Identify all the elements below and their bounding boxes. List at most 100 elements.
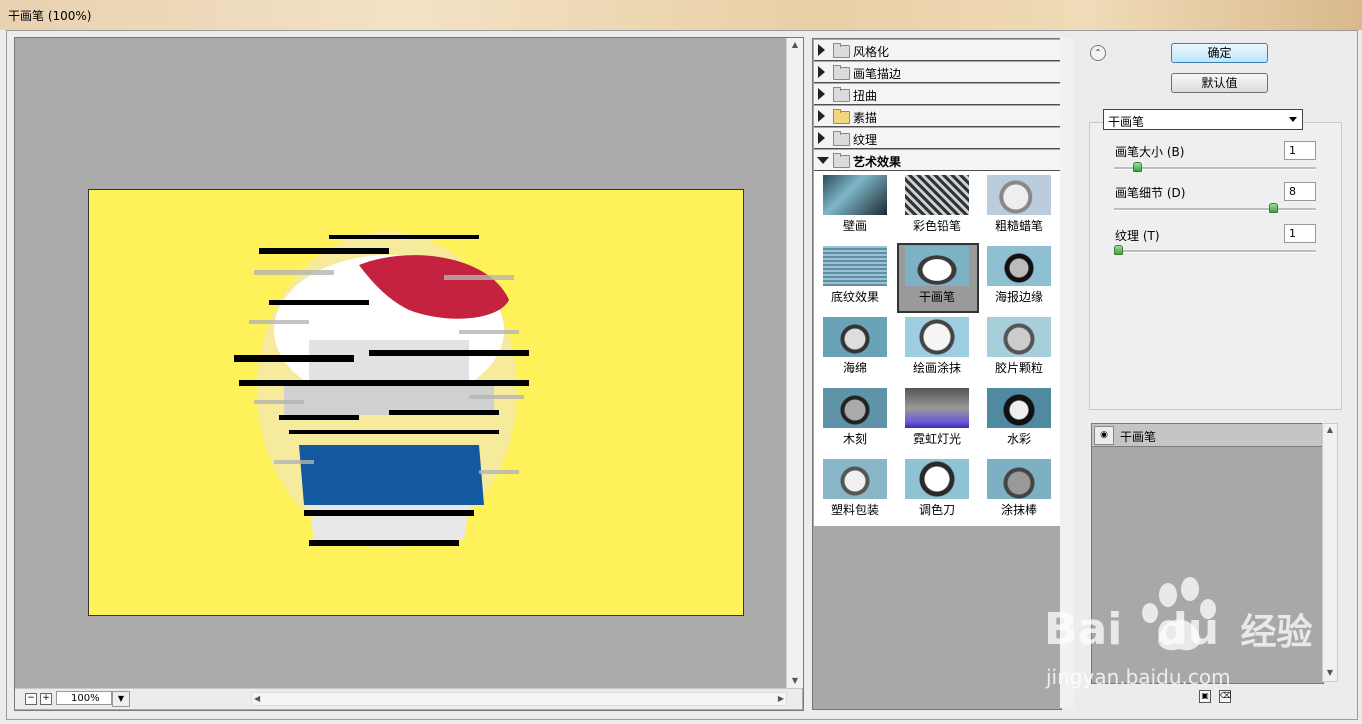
filter-thumb[interactable]: 海报边缘 [978,244,1060,315]
filter-gallery-panel: 风格化 画笔描边 扭曲 素描 纹理 艺术效果 壁画 彩色铅笔 粗糙蜡笔 底纹效果… [812,38,1062,710]
zoom-dropdown-icon[interactable]: ▼ [112,691,130,707]
filter-thumb-image [823,246,887,286]
filter-thumb-image [905,246,969,286]
filter-thumb[interactable]: 调色刀 [896,457,978,528]
filter-thumb[interactable]: 涂抹棒 [978,457,1060,528]
filter-thumb[interactable]: 底纹效果 [814,244,896,315]
filter-thumb[interactable]: 胶片颗粒 [978,315,1060,386]
category-label: 纹理 [853,133,878,147]
expand-arrow-icon[interactable] [818,88,825,100]
scroll-up-arrow-icon[interactable]: ▲ [787,38,803,52]
filter-thumb-label: 塑料包装 [830,503,879,517]
eye-icon[interactable]: ◉ [1094,426,1114,445]
preview-horizontal-scrollbar[interactable]: ◀ ▶ [251,692,787,706]
filter-thumb-label: 涂抹棒 [1000,503,1037,517]
brush-detail-label: 画笔细节 (D) [1115,186,1186,200]
zoom-in-button[interactable]: + [40,693,52,705]
filter-thumb[interactable]: 木刻 [814,386,896,457]
scroll-up-arrow-icon[interactable]: ▲ [1323,425,1337,434]
filter-thumb-label: 绘画涂抹 [912,361,961,375]
filter-thumb-image [823,317,887,357]
filter-thumb[interactable]: 绘画涂抹 [896,315,978,386]
texture-slider[interactable] [1114,245,1316,255]
filter-thumb-label: 水彩 [1006,432,1031,446]
chevron-down-icon [1289,117,1297,122]
brush-size-label: 画笔大小 (B) [1115,145,1185,159]
collapse-gallery-icon[interactable]: ⌃ [1090,45,1106,61]
filter-select-value: 干画笔 [1108,115,1145,129]
filter-thumb[interactable]: 彩色铅笔 [896,173,978,244]
filter-thumb-image [987,388,1051,428]
filter-thumb[interactable]: 霓虹灯光 [896,386,978,457]
filter-thumb-label: 粗糙蜡笔 [994,219,1043,233]
filter-gallery-window: 干画笔 (100%) ▲ ▼ − + 100% ▼ ◀ ▶ 风格化 画笔描边 扭… [0,0,1362,724]
filter-thumb[interactable]: 塑料包装 [814,457,896,528]
category-artistic[interactable]: 艺术效果 [814,150,1060,171]
brush-size-field[interactable]: 1 [1284,141,1316,160]
filter-thumb-image [823,175,887,215]
slider-knob[interactable] [1133,162,1142,172]
filter-thumb-image [823,459,887,499]
scroll-down-arrow-icon[interactable]: ▼ [787,674,803,688]
category-distort[interactable]: 扭曲 [814,84,1060,105]
slider-knob[interactable] [1269,203,1278,213]
effect-layer-row[interactable]: ◉ 干画笔 [1092,424,1323,447]
filter-thumb[interactable]: 粗糙蜡笔 [978,173,1060,244]
filter-thumb-image [905,459,969,499]
folder-icon [833,109,850,124]
preview-canvas [88,189,744,616]
brush-detail-field[interactable]: 8 [1284,182,1316,201]
delete-effect-layer-icon[interactable]: ⌫ [1219,690,1231,703]
filter-thumb-selected[interactable]: 干画笔 [896,243,979,315]
window-title: 干画笔 (100%) [8,9,92,23]
scroll-left-arrow-icon[interactable]: ◀ [254,693,260,705]
scroll-right-arrow-icon[interactable]: ▶ [778,693,784,705]
filter-thumb-label: 霓虹灯光 [912,432,961,446]
filter-thumb-image [823,388,887,428]
filter-thumbnail-grid: 壁画 彩色铅笔 粗糙蜡笔 底纹效果 干画笔 海报边缘 海绵 绘画涂抹 胶片颗粒 … [814,171,1060,526]
filter-thumb-image [905,175,969,215]
slider-knob[interactable] [1114,245,1123,255]
folder-icon [833,153,850,168]
filter-thumb-label: 干画笔 [918,290,955,304]
filter-thumb-label: 木刻 [842,432,867,446]
filter-select[interactable]: 干画笔 [1103,109,1303,130]
category-label: 素描 [853,111,878,125]
folder-icon [833,87,850,102]
expand-arrow-icon[interactable] [818,66,825,78]
filter-thumb-label: 海绵 [842,361,867,375]
filter-thumb[interactable]: 海绵 [814,315,896,386]
layers-scrollbar[interactable]: ▲ ▼ [1322,423,1338,682]
scroll-down-arrow-icon[interactable]: ▼ [1323,668,1337,677]
preview-image [89,190,743,615]
filter-thumb-label: 海报边缘 [994,290,1043,304]
expand-arrow-icon[interactable] [818,44,825,56]
brush-detail-slider[interactable] [1114,203,1316,213]
filter-params-panel [1089,122,1342,410]
gallery-scrollbar[interactable] [1060,38,1074,708]
category-texture[interactable]: 纹理 [814,128,1060,149]
category-brush-strokes[interactable]: 画笔描边 [814,62,1060,83]
filter-thumb-image [987,459,1051,499]
category-stylize[interactable]: 风格化 [814,40,1060,61]
texture-field[interactable]: 1 [1284,224,1316,243]
category-label: 扭曲 [853,89,878,103]
zoom-level-field[interactable]: 100% [56,691,112,705]
filter-thumb-image [905,317,969,357]
expand-arrow-icon[interactable] [818,110,825,122]
default-button[interactable]: 默认值 [1171,73,1268,93]
collapse-arrow-icon[interactable] [817,157,829,164]
filter-thumb-label: 胶片颗粒 [994,361,1043,375]
category-sketch[interactable]: 素描 [814,106,1060,127]
new-effect-layer-icon[interactable]: ▣ [1199,690,1211,703]
ok-button[interactable]: 确定 [1171,43,1268,63]
preview-area[interactable] [14,37,804,711]
filter-thumb[interactable]: 壁画 [814,173,896,244]
zoom-out-button[interactable]: − [25,693,37,705]
expand-arrow-icon[interactable] [818,132,825,144]
filter-thumb-label: 调色刀 [918,503,955,517]
filter-thumb[interactable]: 水彩 [978,386,1060,457]
title-bar[interactable]: 干画笔 (100%) [0,0,1362,30]
preview-vertical-scrollbar[interactable]: ▲ ▼ [786,38,803,688]
brush-size-slider[interactable] [1114,162,1316,172]
